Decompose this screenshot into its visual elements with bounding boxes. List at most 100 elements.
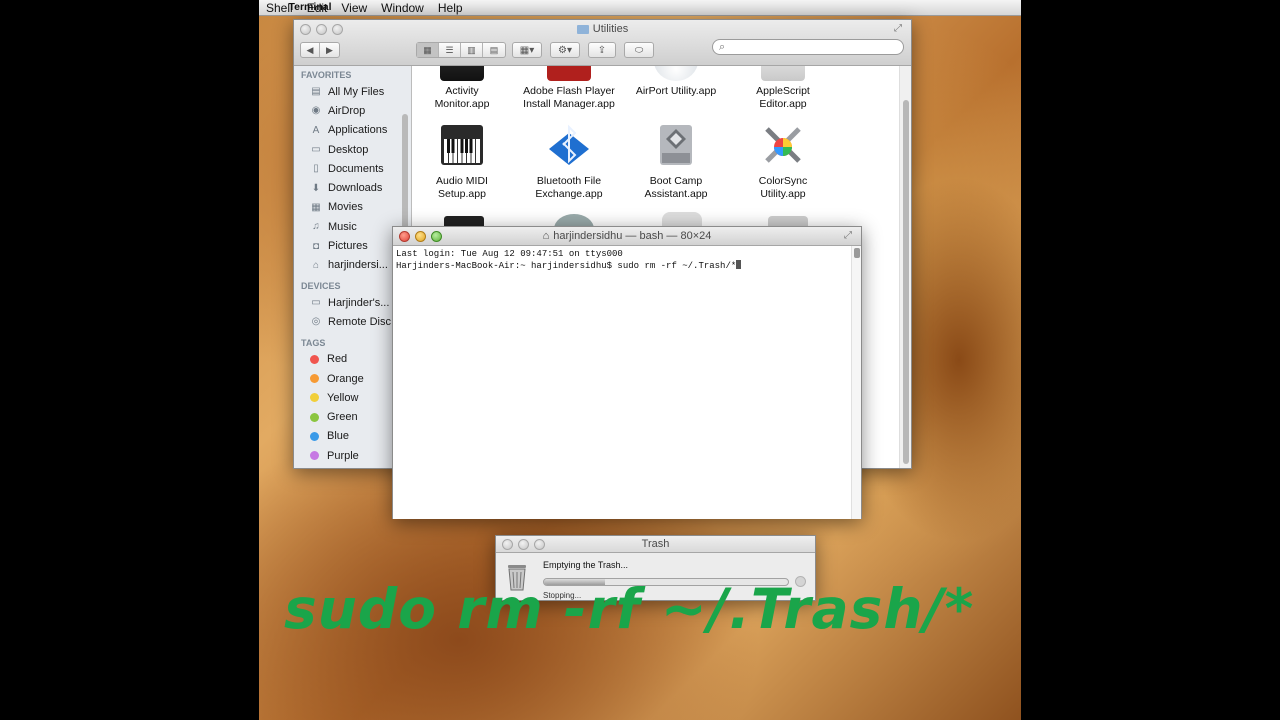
list-view-icon[interactable]: ☰ <box>439 43 461 57</box>
arrange-icon: ▦▾ <box>519 44 535 56</box>
menu-bar: Terminal Shell Edit View Window Help <box>259 0 1021 16</box>
sidebar-item-label: Harjinder's... <box>328 296 390 309</box>
back-icon[interactable]: ◀ <box>301 43 320 57</box>
app-item-flash-player[interactable]: Adobe Flash Player Install Manager.app <box>519 66 619 111</box>
sidebar-item-documents[interactable]: ▯ Documents <box>294 159 411 178</box>
downloads-icon: ⬇ <box>311 182 321 194</box>
finder-toolbar: ◀ ▶ ▦ ☰ ▥ ▤ ▦▾ ⚙▾ ⇪ ⬭ ⌕ <box>294 39 911 61</box>
sidebar-item-label: Blue <box>327 430 350 443</box>
zoom-button[interactable] <box>534 539 545 550</box>
app-name-line1: Bluetooth File <box>536 175 602 187</box>
app-item-audio-midi[interactable]: Audio MIDI Setup.app <box>412 123 512 201</box>
close-button[interactable] <box>399 231 410 242</box>
app-name-line1: Adobe Flash Player <box>523 85 615 97</box>
minimize-button[interactable] <box>415 231 426 242</box>
sidebar-item-label: AirDrop <box>328 104 366 117</box>
flash-player-icon <box>547 66 591 81</box>
sidebar-item-label: Applications <box>328 124 388 137</box>
bluetooth-icon <box>549 124 589 165</box>
sidebar-item-downloads[interactable]: ⬇ Downloads <box>294 178 411 197</box>
scroll-thumb[interactable] <box>854 248 860 258</box>
sidebar-item-label: Red <box>327 353 348 366</box>
app-name-line2: Utility.app <box>760 188 806 200</box>
app-item-colorsync[interactable]: ColorSync Utility.app <box>733 123 833 201</box>
desktop: Terminal Shell Edit View Window Help Uti… <box>259 0 1021 720</box>
search-icon: ⌕ <box>719 41 726 53</box>
zoom-button[interactable] <box>431 231 442 242</box>
sidebar-item-label: Green <box>327 411 358 424</box>
applications-icon: A <box>312 124 320 136</box>
terminal-title: harjindersidhu — bash — 80×24 <box>553 230 712 242</box>
app-name-line2: Assistant.app <box>644 188 708 200</box>
tags-button[interactable]: ⬭ <box>624 42 654 58</box>
app-item-airport-utility[interactable]: AirPort Utility.app <box>626 66 726 98</box>
app-name-line2: Monitor.app <box>434 98 490 110</box>
sidebar-item-label: harjindersi... <box>328 259 388 272</box>
content-scrollbar[interactable] <box>899 66 911 468</box>
arrange-button[interactable]: ▦▾ <box>512 42 542 58</box>
search-field[interactable]: ⌕ <box>712 39 904 55</box>
home-icon: ⌂ <box>312 259 320 271</box>
fullscreen-icon[interactable]: ⤢ <box>844 231 855 242</box>
sidebar-item-label: All My Files <box>328 85 385 98</box>
trash-titlebar[interactable]: Trash <box>496 536 815 553</box>
tag-color-dot <box>310 431 319 441</box>
zoom-button[interactable] <box>332 24 343 35</box>
laptop-icon: ▭ <box>311 297 321 309</box>
action-button[interactable]: ⚙▾ <box>550 42 580 58</box>
minimize-button[interactable] <box>518 539 529 550</box>
sidebar-item-applications[interactable]: A Applications <box>294 121 411 140</box>
app-name-line2: Exchange.app <box>535 188 603 200</box>
close-button[interactable] <box>502 539 513 550</box>
tag-color-dot <box>310 412 319 422</box>
sidebar-item-movies[interactable]: ▦ Movies <box>294 198 411 217</box>
app-item-activity-monitor[interactable]: Activity Monitor.app <box>412 66 512 111</box>
app-item-boot-camp[interactable]: Boot Camp Assistant.app <box>626 123 726 201</box>
scroll-thumb[interactable] <box>903 100 909 464</box>
back-forward-buttons: ◀ ▶ <box>300 42 340 58</box>
share-button[interactable]: ⇪ <box>588 42 616 58</box>
minimize-button[interactable] <box>316 24 327 35</box>
music-icon: ♫ <box>312 221 320 233</box>
sidebar-item-airdrop[interactable]: ◉ AirDrop <box>294 101 411 120</box>
menu-window[interactable]: Window <box>374 1 431 15</box>
desktop-icon: ▭ <box>311 144 321 156</box>
sidebar-item-desktop[interactable]: ▭ Desktop <box>294 140 411 159</box>
coverflow-view-icon[interactable]: ▤ <box>483 43 505 57</box>
terminal-scrollbar[interactable] <box>851 246 861 519</box>
finder-titlebar[interactable]: Utilities ⤢ ◀ ▶ ▦ ☰ ▥ ▤ ▦▾ ⚙▾ ⇪ ⬭ ⌕ <box>294 20 911 66</box>
colorsync-icon <box>765 127 801 163</box>
trash-title: Trash <box>641 538 670 550</box>
applescript-icon <box>761 66 805 81</box>
sidebar-item-label: Yellow <box>327 391 359 404</box>
fullscreen-icon[interactable]: ⤢ <box>894 24 905 35</box>
app-name-line2: Install Manager.app <box>523 98 615 110</box>
app-name-line1: AirPort Utility.app <box>635 85 717 97</box>
tag-color-dot <box>310 374 319 383</box>
pictures-icon: ◘ <box>312 240 320 252</box>
disc-icon: ◎ <box>311 316 321 328</box>
menu-help[interactable]: Help <box>431 1 470 15</box>
icon-view-icon[interactable]: ▦ <box>417 43 439 57</box>
close-button[interactable] <box>300 24 311 35</box>
sidebar-item-label: Pictures <box>328 240 368 253</box>
terminal-titlebar[interactable]: ⌂ harjindersidhu — bash — 80×24 ⤢ <box>393 227 861 246</box>
terminal-output[interactable]: Last login: Tue Aug 12 09:47:51 on ttys0… <box>393 246 853 519</box>
menu-app-terminal[interactable]: Terminal <box>259 1 359 14</box>
sidebar-item-label: Downloads <box>328 182 383 195</box>
finder-title: Utilities <box>592 23 629 35</box>
app-item-bluetooth-exchange[interactable]: Bluetooth File Exchange.app <box>519 123 619 201</box>
sidebar-item-all-my-files[interactable]: ▤ All My Files <box>294 82 411 101</box>
sidebar-item-label: Purple <box>327 449 359 462</box>
sidebar-item-label: Music <box>328 220 357 233</box>
column-view-icon[interactable]: ▥ <box>461 43 483 57</box>
tag-color-dot <box>310 451 319 461</box>
piano-icon <box>441 125 483 165</box>
gear-icon: ⚙▾ <box>558 44 572 56</box>
sidebar-item-label: Movies <box>328 201 363 214</box>
home-icon: ⌂ <box>542 230 550 242</box>
app-name-line2: Setup.app <box>438 188 486 200</box>
app-name-line1: Audio MIDI <box>436 175 488 187</box>
forward-icon[interactable]: ▶ <box>320 43 339 57</box>
app-item-applescript-editor[interactable]: AppleScript Editor.app <box>733 66 833 111</box>
